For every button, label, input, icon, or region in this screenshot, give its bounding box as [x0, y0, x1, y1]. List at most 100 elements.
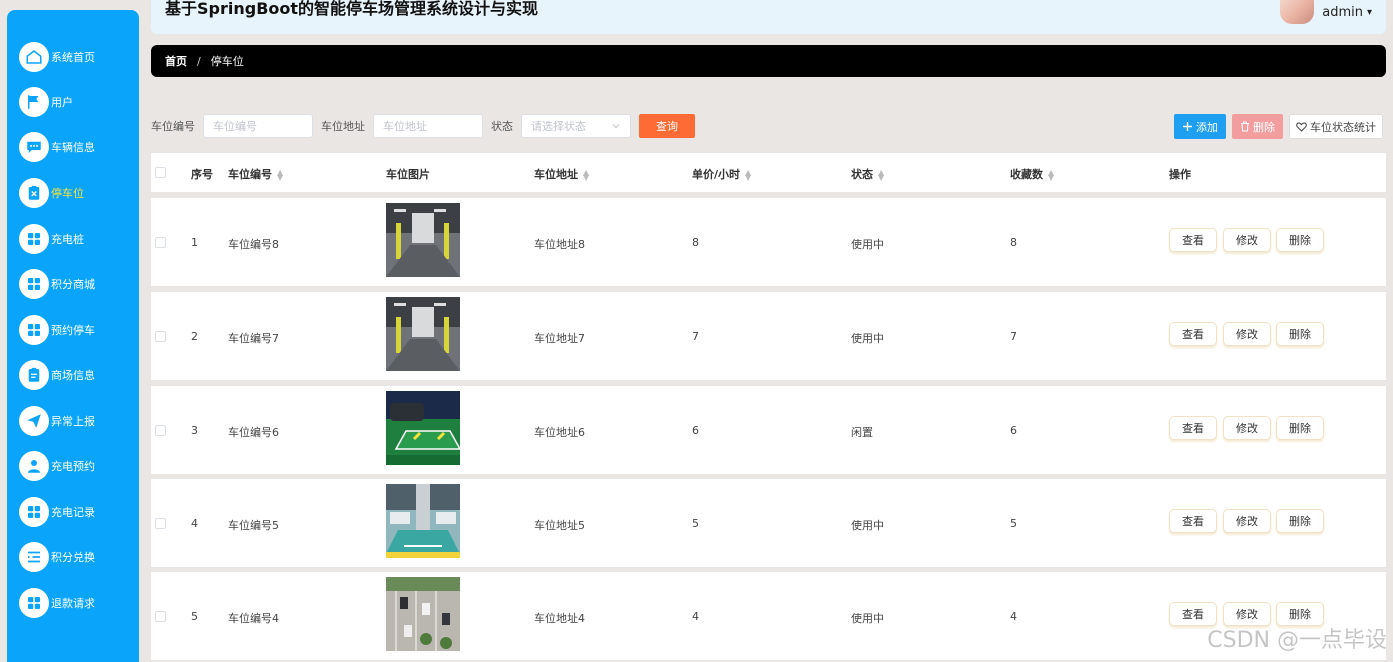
app-title: 基于SpringBoot的智能停车场管理系统设计与实现: [165, 0, 539, 18]
row-checkbox[interactable]: [155, 331, 166, 342]
sidebar-item-label: 系统首页: [51, 51, 95, 64]
sidebar-item-points-mall[interactable]: 积分商城: [19, 267, 95, 301]
row-index: 5: [191, 610, 198, 623]
row-address: 车位地址6: [534, 426, 585, 439]
row-price: 8: [692, 236, 699, 249]
batch-delete-button[interactable]: 删除: [1232, 114, 1283, 139]
sidebar-item-label: 退款请求: [51, 597, 95, 610]
header-price[interactable]: 单价/小时 ▲ ▼: [692, 166, 751, 182]
sidebar-item-charging-booking[interactable]: 充电预约: [19, 449, 95, 483]
breadcrumb: 首页 / 停车位: [151, 45, 1386, 77]
paper-plane-icon: [19, 406, 49, 436]
breadcrumb-home[interactable]: 首页: [165, 53, 187, 69]
search-form: 车位编号 车位地址 状态 请选择状态 查询: [151, 114, 695, 138]
username: admin: [1322, 4, 1363, 20]
row-code: 车位编号8: [228, 238, 279, 251]
delete-button[interactable]: 删除: [1276, 228, 1324, 252]
plus-icon: [1183, 122, 1192, 131]
clipboard-x-icon: [19, 178, 49, 208]
status-stats-button[interactable]: 车位状态统计: [1289, 114, 1383, 139]
sidebar-item-points-exchange[interactable]: 积分兑换: [19, 540, 95, 574]
sidebar-item-label: 积分商城: [51, 278, 95, 291]
row-favorites: 8: [1010, 236, 1017, 249]
parking-image[interactable]: [386, 391, 460, 465]
view-button[interactable]: 查看: [1169, 509, 1217, 533]
row-checkbox[interactable]: [155, 518, 166, 529]
parking-image[interactable]: [386, 203, 460, 277]
sidebar-item-label: 商场信息: [51, 369, 95, 382]
header-status[interactable]: 状态 ▲ ▼: [851, 166, 884, 182]
row-price: 5: [692, 517, 699, 530]
row-favorites: 7: [1010, 330, 1017, 343]
delete-button[interactable]: 删除: [1276, 322, 1324, 346]
sidebar-item-label: 异常上报: [51, 415, 95, 428]
flag-icon: [19, 87, 49, 117]
code-input[interactable]: [203, 114, 313, 138]
edit-button[interactable]: 修改: [1223, 416, 1271, 440]
parking-image[interactable]: [386, 484, 460, 558]
edit-button[interactable]: 修改: [1223, 228, 1271, 252]
header-code[interactable]: 车位编号 ▲ ▼: [228, 166, 283, 182]
sidebar-item-vehicles[interactable]: 车辆信息: [19, 130, 95, 164]
sidebar-item-mall-info[interactable]: 商场信息: [19, 358, 95, 392]
chevron-down-icon: [612, 124, 620, 129]
delete-button[interactable]: 删除: [1276, 416, 1324, 440]
sidebar-item-parking-booking[interactable]: 预约停车: [19, 313, 95, 347]
view-button[interactable]: 查看: [1169, 228, 1217, 252]
status-label: 状态: [491, 120, 513, 133]
grid-icon: [19, 497, 49, 527]
row-address: 车位地址8: [534, 238, 585, 251]
user-menu[interactable]: admin ▾: [1280, 0, 1372, 24]
sidebar-item-charging-records[interactable]: 充电记录: [19, 495, 95, 529]
row-price: 6: [692, 424, 699, 437]
address-input[interactable]: [373, 114, 483, 138]
select-all-checkbox[interactable]: [155, 167, 166, 178]
table-row: 3 车位编号6 车位地址6 6 闲置 6 查看 修改 删除: [151, 386, 1386, 474]
header-address[interactable]: 车位地址 ▲ ▼: [534, 166, 589, 182]
sidebar-item-chargers[interactable]: 充电桩: [19, 222, 84, 256]
view-button[interactable]: 查看: [1169, 416, 1217, 440]
grid-icon: [19, 588, 49, 618]
parking-image[interactable]: [386, 577, 460, 651]
sidebar-item-label: 积分兑换: [51, 551, 95, 564]
row-status: 闲置: [851, 426, 873, 439]
row-favorites: 4: [1010, 610, 1017, 623]
row-index: 3: [191, 424, 198, 437]
row-checkbox[interactable]: [155, 237, 166, 248]
row-checkbox[interactable]: [155, 611, 166, 622]
row-code: 车位编号4: [228, 612, 279, 625]
sidebar-item-exception-report[interactable]: 异常上报: [19, 404, 95, 438]
list-icon: [19, 542, 49, 572]
table-header: 序号 车位编号 ▲ ▼ 车位图片 车位地址 ▲ ▼ 单价/小时 ▲ ▼ 状态 ▲ ▼ 收藏数 ▲ ▼…: [151, 153, 1386, 192]
table-row: 5 车位编号4 车位地址4 4 使用中 4 查看 修改 删除: [151, 572, 1386, 660]
row-checkbox[interactable]: [155, 425, 166, 436]
grid-icon: [19, 224, 49, 254]
add-button[interactable]: 添加: [1174, 114, 1226, 139]
row-index: 2: [191, 330, 198, 343]
row-status: 使用中: [851, 238, 884, 251]
delete-button[interactable]: 删除: [1276, 509, 1324, 533]
row-address: 车位地址4: [534, 612, 585, 625]
view-button[interactable]: 查看: [1169, 322, 1217, 346]
status-select[interactable]: 请选择状态: [521, 114, 631, 138]
header-favorites[interactable]: 收藏数 ▲ ▼: [1010, 166, 1054, 182]
query-button[interactable]: 查询: [639, 114, 695, 138]
toolbar: 添加 删除 车位状态统计: [1174, 114, 1383, 139]
sidebar-item-parking-spaces[interactable]: 停车位: [19, 176, 84, 210]
sidebar-item-refund-requests[interactable]: 退款请求: [19, 586, 95, 620]
parking-image[interactable]: [386, 297, 460, 371]
sidebar: 系统首页 用户 车辆信息 停车位 充电桩 积分商城 预约停车 商场信息 异常上报…: [7, 10, 139, 662]
grid-icon: [19, 269, 49, 299]
sidebar-item-users[interactable]: 用户: [19, 85, 73, 119]
home-icon: [19, 42, 49, 72]
header-index: 序号: [191, 168, 213, 181]
status-select-placeholder: 请选择状态: [531, 120, 586, 133]
edit-button[interactable]: 修改: [1223, 322, 1271, 346]
delete-button-label: 删除: [1253, 120, 1275, 134]
clipboard-icon: [19, 360, 49, 390]
code-label: 车位编号: [151, 120, 195, 133]
sidebar-item-home[interactable]: 系统首页: [19, 40, 95, 74]
grid-icon: [19, 315, 49, 345]
edit-button[interactable]: 修改: [1223, 509, 1271, 533]
row-address: 车位地址7: [534, 332, 585, 345]
